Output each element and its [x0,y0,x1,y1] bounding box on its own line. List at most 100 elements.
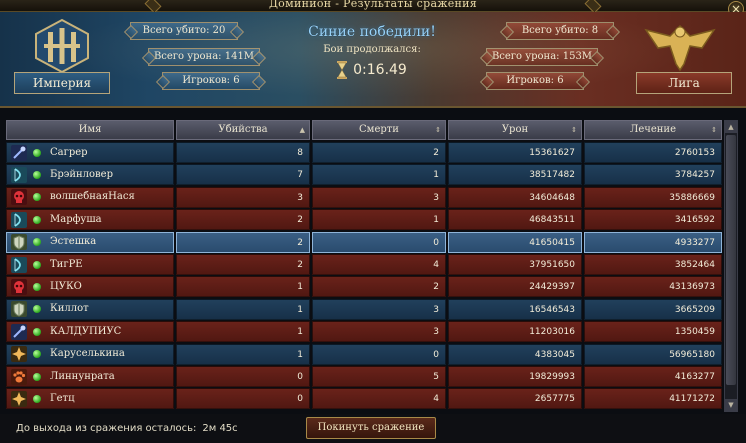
online-status-icon [33,215,41,224]
deaths-cell: 2 [312,276,446,298]
player-name-cell: Гетц [6,388,174,410]
kills-cell: 2 [176,231,310,253]
shield-icon [11,234,27,251]
skull-icon [11,278,27,295]
heal-cell: 41171272 [584,388,722,410]
damage-cell: 46843511 [448,209,582,231]
player-name-cell: ТигРЕ [6,254,174,275]
hourglass-icon [337,61,348,79]
heal-cell: 1350459 [584,321,722,343]
table-scrollbar[interactable]: ▲ ▼ [724,120,738,412]
kills-cell: 0 [176,366,310,387]
kills-cell: 0 [176,388,310,410]
table-row[interactable]: ТигРЕ 2 4 37951650 3852464 [6,254,722,275]
empire-players: Игроков: 6 [162,72,260,90]
table-header: Имя Убийства ▲ Смерти ⇕ Урон ⇕ Лечение ⇕ [6,120,722,140]
player-name-cell: Сагрер [6,142,174,163]
league-emblem-icon [644,24,716,72]
player-name-cell: Эстешка [6,231,174,253]
table-row[interactable]: Линнунрата 0 5 19829993 4163277 [6,366,722,387]
cross-icon [11,346,27,363]
player-name-cell: ЦУКО [6,276,174,298]
title-bar: Доминион - Результаты сражения [0,0,746,14]
staff-icon [11,323,27,340]
sort-icon: ⇕ [435,126,441,134]
player-name: Гетц [50,392,75,404]
online-status-icon [33,193,41,202]
online-status-icon [33,394,41,403]
table-row[interactable]: Эстешка 2 0 41650415 4933277 [6,231,722,253]
heal-cell: 43136973 [584,276,722,298]
kills-cell: 1 [176,343,310,365]
kills-cell: 3 [176,186,310,208]
player-name-cell: Линнунрата [6,366,174,387]
deaths-cell: 0 [312,231,446,253]
sort-asc-icon: ▲ [299,126,305,134]
player-name-cell: Каруселькина [6,343,174,365]
player-name: Марфуша [50,213,102,225]
exit-countdown-value: 2м 45с [202,423,238,434]
table-row[interactable]: волшебнаяНася 3 3 34604648 35886669 [6,186,722,208]
damage-cell: 41650415 [448,231,582,253]
damage-cell: 38517482 [448,164,582,186]
damage-cell: 24429397 [448,276,582,298]
col-header-damage[interactable]: Урон ⇕ [448,120,582,140]
player-name-cell: Брэйнловер [6,164,174,186]
table-row[interactable]: Киллот 1 3 16546543 3665209 [6,298,722,320]
player-name-cell: волшебнаяНася [6,186,174,208]
empire-total-kills: Всего убито: 20 [130,22,238,40]
scroll-thumb[interactable] [726,135,736,385]
damage-cell: 15361627 [448,142,582,163]
exit-countdown: До выхода из сражения осталось: 2м 45с [16,423,238,434]
kills-cell: 1 [176,276,310,298]
player-name: ЦУКО [50,280,82,292]
col-header-healing[interactable]: Лечение ⇕ [584,120,722,140]
damage-cell: 11203016 [448,321,582,343]
kills-cell: 8 [176,142,310,163]
damage-cell: 34604648 [448,186,582,208]
col-header-name[interactable]: Имя [6,120,174,140]
table-row[interactable]: КАЛДУПИУС 1 3 11203016 1350459 [6,321,722,343]
heal-cell: 2760153 [584,142,722,163]
battle-duration: 0:16.49 [353,62,407,78]
player-name: Сагрер [50,146,88,158]
table-row[interactable]: Гетц 0 4 2657775 41171272 [6,388,722,410]
deaths-cell: 1 [312,209,446,231]
online-status-icon [33,170,41,179]
kills-cell: 1 [176,321,310,343]
paw-icon [11,368,27,385]
table-row[interactable]: Каруселькина 1 0 4383045 56965180 [6,343,722,365]
league-total-kills: Всего убито: 8 [506,22,614,40]
deaths-cell: 4 [312,388,446,410]
table-row[interactable]: Брэйнловер 7 1 38517482 3784257 [6,164,722,186]
bow-icon [11,211,27,228]
damage-cell: 2657775 [448,388,582,410]
player-name: Брэйнловер [50,168,114,180]
heal-cell: 3784257 [584,164,722,186]
cross-icon [11,390,27,407]
skull-icon [11,189,27,206]
online-status-icon [33,350,41,359]
window-title: Доминион - Результаты сражения [268,0,478,10]
deaths-cell: 0 [312,343,446,365]
table-row[interactable]: ЦУКО 1 2 24429397 43136973 [6,276,722,298]
leave-battle-button[interactable]: Покинуть сражение [306,417,436,439]
damage-cell: 19829993 [448,366,582,387]
scroll-down-icon[interactable]: ▼ [725,399,737,411]
deaths-cell: 3 [312,186,446,208]
col-header-kills[interactable]: Убийства ▲ [176,120,310,140]
damage-cell: 37951650 [448,254,582,275]
player-name: КАЛДУПИУС [50,325,122,337]
col-header-deaths[interactable]: Смерти ⇕ [312,120,446,140]
sort-icon: ⇕ [711,126,717,134]
scroll-up-icon[interactable]: ▲ [725,121,737,133]
victory-text: Синие победили! [308,24,436,40]
kills-cell: 2 [176,254,310,275]
table-row[interactable]: Марфуша 2 1 46843511 3416592 [6,209,722,231]
table-row[interactable]: Сагрер 8 2 15361627 2760153 [6,142,722,163]
kills-cell: 7 [176,164,310,186]
player-name-cell: Марфуша [6,209,174,231]
player-name: ТигРЕ [50,258,83,270]
damage-cell: 4383045 [448,343,582,365]
heal-cell: 3416592 [584,209,722,231]
